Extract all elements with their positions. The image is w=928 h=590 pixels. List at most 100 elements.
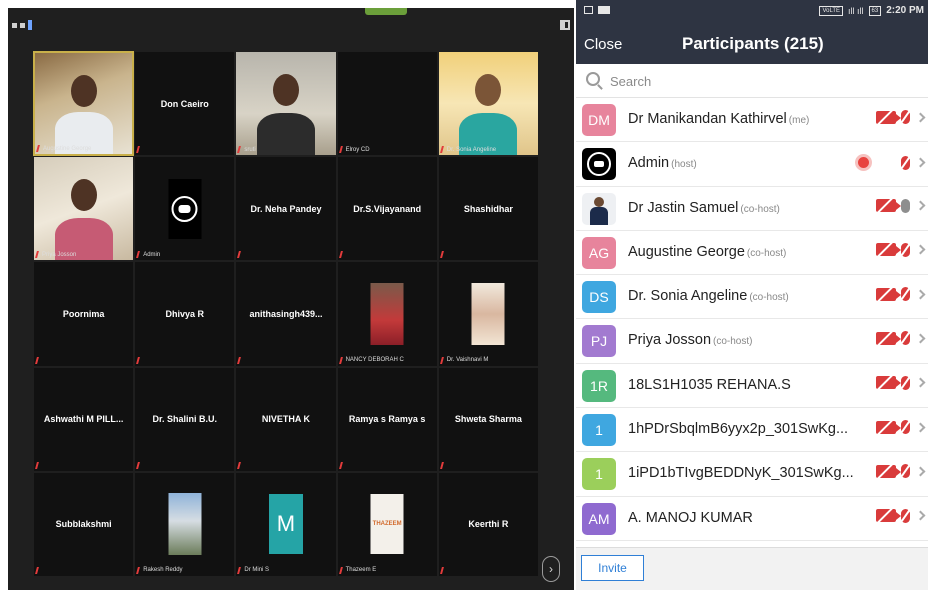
video-tile[interactable]: Priya Josson: [33, 156, 135, 262]
participant-status-icons: [876, 508, 926, 523]
participant-name-line: Dr. Sonia Angeline (co-host): [628, 288, 789, 304]
participant-label: Elroy CD: [345, 146, 370, 153]
video-tile[interactable]: sruti: [235, 51, 337, 157]
chevron-right-icon: [915, 510, 926, 521]
tile-label: [136, 146, 143, 154]
mic-muted-icon: [338, 251, 345, 259]
participant-name-line: 1iPD1bTIvgBEDDNyK_301SwKg...: [628, 465, 854, 481]
avatar-body: [590, 206, 608, 225]
participant-name: 18LS1H1035 REHANA.S: [628, 376, 791, 393]
video-tile[interactable]: Keerthi R: [437, 471, 539, 577]
participant-name: Dr. Sonia Angeline: [628, 288, 748, 305]
participant-name: Augustine George: [628, 243, 745, 260]
video-tile[interactable]: Elroy CD: [336, 51, 438, 157]
chevron-right-icon: [915, 157, 926, 168]
video-tile[interactable]: Ashwathi M PILL...: [33, 366, 135, 472]
participant-name: Priya Josson: [628, 332, 712, 349]
participant-row[interactable]: PJ Priya Josson (co-host): [576, 319, 928, 364]
video-off-icon: [876, 420, 901, 434]
mic-muted-icon: [338, 356, 345, 364]
close-button[interactable]: Close: [584, 36, 622, 53]
video-tile[interactable]: Shweta Sharma: [437, 366, 539, 472]
tile-label: Priya Josson: [35, 251, 76, 259]
participant-row[interactable]: 1R 18LS1H1035 REHANA.S: [576, 364, 928, 409]
tile-label: Admin: [136, 251, 160, 259]
initials-avatar: 1: [582, 458, 616, 491]
video-tile[interactable]: Subblakshmi: [33, 471, 135, 577]
participant-row[interactable]: DS Dr. Sonia Angeline (co-host): [576, 275, 928, 320]
video-tile[interactable]: anithasingh439...: [235, 261, 337, 367]
video-tile[interactable]: Admin: [134, 156, 236, 262]
video-tile[interactable]: Dr. Sonia Angeline: [437, 51, 539, 157]
participant-role: (me): [788, 115, 810, 126]
speaker-indicator: [365, 8, 407, 15]
participant-status-icons: [855, 154, 926, 172]
video-tile[interactable]: Shashidhar: [437, 156, 539, 262]
participant-name: 1iPD1bTIvgBEDDNyK_301SwKg...: [628, 465, 854, 482]
search-input[interactable]: [610, 71, 910, 91]
tile-label: [35, 461, 41, 469]
mic-muted-icon: [901, 508, 910, 523]
participant-role: (co-host): [749, 292, 789, 304]
clock: 2:20 PM: [886, 5, 924, 16]
participant-row[interactable]: DM Dr Manikandan Kathirvel (me): [576, 98, 928, 143]
tile-name: Shashidhar: [463, 203, 513, 214]
participant-video: [35, 53, 133, 155]
mic-muted-icon: [35, 461, 41, 469]
participant-status-icons: [876, 331, 926, 346]
mic-muted-icon: [901, 287, 910, 302]
video-tile[interactable]: Dr. Vaishnavi M: [437, 261, 539, 367]
chevron-right-icon: [915, 466, 926, 477]
participant-status-icons: [876, 375, 926, 390]
participant-label: Dr Mini S: [244, 567, 270, 574]
video-tile[interactable]: Dr.S.Vijayanand: [336, 156, 438, 262]
avatar-head: [594, 196, 604, 207]
participant-status-icons: [876, 198, 926, 213]
video-tile[interactable]: Ramya s Ramya s: [336, 366, 438, 472]
tile-name: Don Caeiro: [160, 98, 209, 109]
participant-row[interactable]: 1 1hPDrSbqlmB6yyx2p_301SwKg...: [576, 408, 928, 453]
chevron-right-icon: [915, 112, 926, 122]
tile-label: Dr. Vaishnavi M: [439, 356, 488, 364]
participant-label: Rakesh Reddy: [143, 567, 183, 574]
video-tile[interactable]: Dr. Neha Pandey: [235, 156, 337, 262]
participant-row[interactable]: Dr Jastin Samuel (co-host): [576, 187, 928, 231]
next-page-button[interactable]: ›: [542, 556, 560, 582]
invite-button[interactable]: Invite: [581, 555, 644, 581]
participant-video: [236, 52, 336, 156]
gallery-toolbar: [8, 8, 574, 48]
tile-label: [35, 356, 41, 364]
chevron-right-icon: [915, 333, 926, 344]
video-tile[interactable]: Poornima: [33, 261, 135, 367]
notification-icons: [584, 6, 610, 14]
video-off-icon: [876, 243, 901, 257]
participant-row[interactable]: AM A. MANOJ KUMAR: [576, 497, 928, 541]
participant-label: Thazeem E: [345, 567, 377, 574]
video-tile[interactable]: Dhivya R: [134, 261, 236, 367]
video-off-icon: [876, 376, 901, 390]
video-tile[interactable]: NANCY DEBORAH C: [336, 261, 438, 367]
profile-photo: [471, 282, 505, 345]
exit-fullscreen-icon[interactable]: [560, 20, 570, 30]
initials-avatar: AM: [582, 502, 616, 535]
video-off-icon: [876, 464, 901, 478]
video-tile[interactable]: Rakesh Reddy: [134, 471, 236, 577]
video-tile[interactable]: NIVETHA K: [235, 366, 337, 472]
video-tile[interactable]: Dr. Shalini B.U.: [134, 366, 236, 472]
mic-muted-icon: [237, 566, 244, 574]
mic-muted-icon: [439, 146, 446, 154]
participant-head: [272, 74, 299, 106]
participant-row[interactable]: Admin (host): [576, 142, 928, 187]
video-tile[interactable]: THAZEEM Thazeem E: [336, 471, 438, 577]
participant-row[interactable]: 1 1iPD1bTIvgBEDDNyK_301SwKg...: [576, 452, 928, 497]
participant-head: [70, 179, 97, 212]
video-tile[interactable]: Augustine George: [33, 51, 135, 157]
mic-muted-icon: [338, 461, 345, 469]
view-switch-icon[interactable]: [12, 20, 32, 30]
participant-row[interactable]: AG Augustine George (co-host): [576, 231, 928, 276]
participants-panel: VoLTE ıll ıll 63 2:20 PM Close Participa…: [576, 0, 928, 590]
mic-muted-icon: [237, 251, 244, 259]
video-tile[interactable]: M Dr Mini S: [235, 471, 337, 577]
video-tile[interactable]: Don Caeiro: [134, 51, 236, 157]
participant-status-icons: [876, 110, 926, 124]
